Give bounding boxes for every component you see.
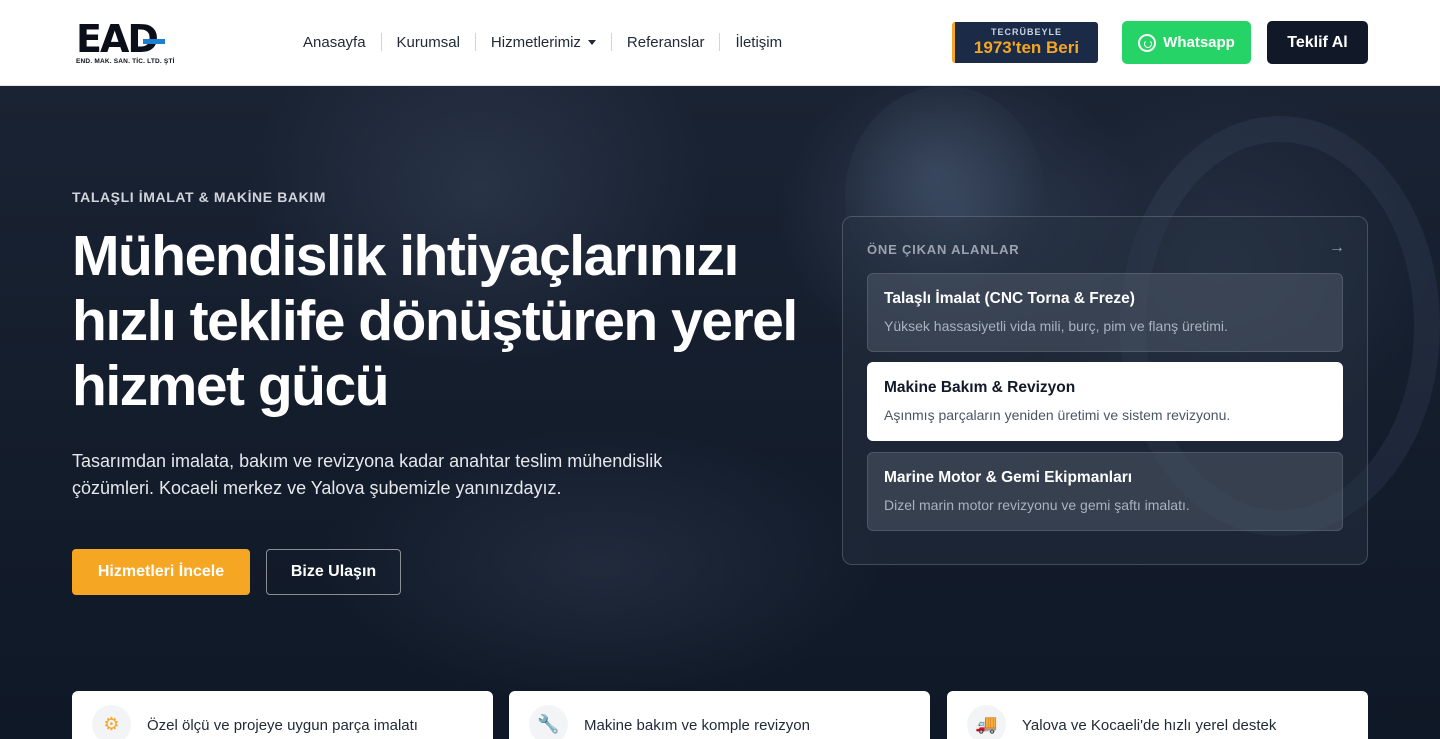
featured-item-title: Marine Motor & Gemi Ekipmanları — [884, 469, 1133, 486]
feature-card-custom-parts: ⚙ Özel ölçü ve projeye uygun parça imala… — [72, 691, 493, 739]
experience-badge: TECRÜBEYLE 1973'ten Beri — [952, 22, 1098, 63]
hero-section: TALAŞLI İMALAT & MAKİNE BAKIM Mühendisli… — [0, 86, 1440, 739]
arrow-right-icon[interactable]: → — [1329, 239, 1345, 257]
featured-item-maintenance[interactable]: Makine Bakım & Revizyon Aşınmış parçalar… — [867, 362, 1343, 441]
featured-panel: ÖNE ÇIKAN ALANLAR → Talaşlı İmalat (CNC … — [842, 216, 1368, 565]
feature-card-maintenance: 🔧 Makine bakım ve komple revizyon — [509, 691, 930, 739]
nav-item-anasayfa[interactable]: Anasayfa — [288, 33, 382, 51]
site-header: EAD END. MAK. SAN. TİC. LTD. ŞTİ Anasayf… — [0, 0, 1440, 86]
hero-lead: Tasarımdan imalata, bakım ve revizyona k… — [72, 451, 663, 498]
featured-item-desc: Yüksek hassasiyetli vida mili, burç, pim… — [884, 318, 1228, 334]
whatsapp-icon — [1138, 33, 1157, 52]
nav-item-referanslar[interactable]: Referanslar — [612, 33, 721, 51]
featured-item-cnc[interactable]: Talaşlı İmalat (CNC Torna & Freze) Yükse… — [867, 273, 1343, 352]
gear-icon: ⚙ — [92, 705, 131, 739]
featured-item-title: Makine Bakım & Revizyon — [884, 379, 1076, 396]
services-button[interactable]: Hizmetleri İncele — [72, 549, 250, 595]
nav-item-label: Kurumsal — [396, 33, 460, 51]
experience-badge-year: 1973'ten Beri — [973, 38, 1080, 57]
nav-item-label: Hizmetlerimiz — [490, 33, 581, 51]
main-nav: Anasayfa Kurumsal Hizmetlerimiz Referans… — [288, 30, 797, 54]
feature-card-label: Özel ölçü ve projeye uygun parça imalatı — [147, 717, 418, 734]
featured-item-desc: Dizel marin motor revizyonu ve gemi şaft… — [884, 497, 1190, 513]
hero-headline: Mühendislik ihtiyaçlarınızı hızlı teklif… — [72, 224, 798, 418]
featured-panel-title: ÖNE ÇIKAN ALANLAR — [867, 242, 1020, 257]
hero-eyebrow: TALAŞLI İMALAT & MAKİNE BAKIM — [72, 189, 327, 205]
quote-button[interactable]: Teklif Al — [1267, 21, 1368, 64]
nav-item-label: Referanslar — [626, 33, 705, 51]
featured-item-title: Talaşlı İmalat (CNC Torna & Freze) — [884, 290, 1135, 307]
truck-icon: 🚚 — [967, 705, 1006, 739]
logo-stripe — [143, 39, 165, 44]
wrench-icon: 🔧 — [529, 705, 568, 739]
featured-item-marine[interactable]: Marine Motor & Gemi Ekipmanları Dizel ma… — [867, 452, 1343, 531]
feature-card-local-support: 🚚 Yalova ve Kocaeli'de hızlı yerel deste… — [947, 691, 1368, 739]
whatsapp-button[interactable]: Whatsapp — [1122, 21, 1251, 64]
experience-badge-top: TECRÜBEYLE — [990, 27, 1062, 37]
nav-item-iletisim[interactable]: İletişim — [720, 33, 797, 51]
nav-item-hizmetlerimiz[interactable]: Hizmetlerimiz — [476, 33, 612, 51]
contact-button[interactable]: Bize Ulaşın — [266, 549, 401, 595]
feature-card-label: Makine bakım ve komple revizyon — [584, 717, 810, 734]
featured-item-desc: Aşınmış parçaların yeniden üretimi ve si… — [884, 407, 1231, 423]
logo[interactable]: EAD END. MAK. SAN. TİC. LTD. ŞTİ — [76, 20, 174, 68]
feature-card-label: Yalova ve Kocaeli'de hızlı yerel destek — [1022, 717, 1277, 734]
nav-item-label: Anasayfa — [303, 33, 366, 51]
chevron-down-icon — [587, 39, 596, 45]
nav-item-kurumsal[interactable]: Kurumsal — [382, 33, 476, 51]
whatsapp-button-label: Whatsapp — [1163, 34, 1235, 51]
nav-item-label: İletişim — [735, 33, 783, 51]
